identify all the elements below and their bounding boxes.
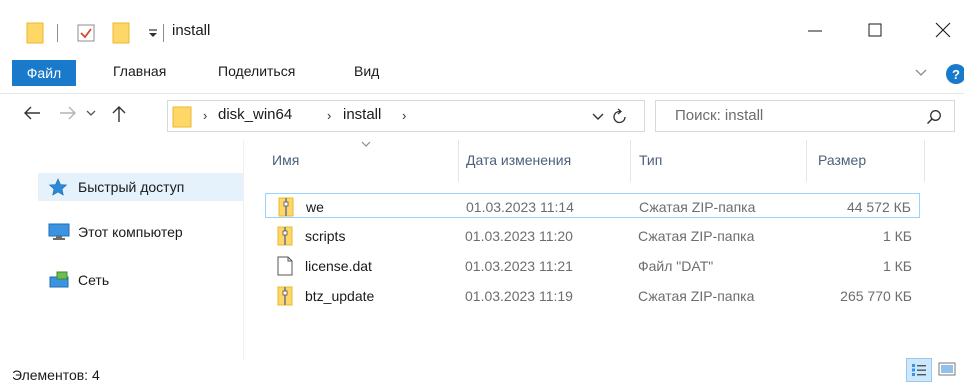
nav-item-label: Сеть [78, 272, 110, 288]
folder-icon[interactable] [26, 22, 44, 44]
column-separator[interactable] [630, 140, 631, 182]
file-date: 01.03.2023 11:14 [466, 198, 574, 215]
file-type: Сжатая ZIP-папка [638, 227, 755, 244]
new-folder-icon[interactable] [112, 22, 130, 44]
status-item-count: Элементов: 4 [12, 367, 100, 383]
file-date: 01.03.2023 11:20 [465, 227, 573, 244]
nav-item-label: Быстрый доступ [78, 179, 185, 195]
nav-item-this-pc[interactable]: Этот компьютер [38, 218, 243, 246]
file-type: Файл "DAT" [638, 257, 714, 274]
file-type: Сжатая ZIP-папка [639, 198, 756, 215]
pane-divider[interactable] [243, 140, 244, 360]
tab-view[interactable]: Вид [354, 63, 379, 79]
file-name: license.dat [305, 257, 372, 274]
tab-file[interactable]: Файл [12, 60, 76, 86]
column-header-name[interactable]: Имя [272, 152, 299, 168]
file-name-cell: license.dat [277, 253, 372, 278]
computer-icon [48, 223, 72, 241]
large-icons-view-button[interactable] [938, 360, 956, 378]
breadcrumb-separator[interactable]: › [402, 108, 406, 123]
refresh-icon[interactable] [612, 107, 628, 125]
expand-ribbon-icon[interactable] [915, 69, 927, 77]
sort-indicator-icon [361, 141, 371, 148]
zip-folder-icon [277, 226, 299, 246]
details-view-button[interactable] [906, 358, 932, 382]
recent-locations-icon[interactable] [86, 110, 96, 118]
search-icon[interactable] [926, 109, 942, 125]
forward-button[interactable] [58, 104, 78, 122]
address-dropdown-icon[interactable] [592, 113, 604, 121]
tab-share[interactable]: Поделиться [218, 63, 295, 79]
file-name-cell: scripts [277, 223, 345, 248]
column-separator[interactable] [458, 140, 459, 182]
column-separator[interactable] [924, 140, 925, 182]
column-header-size[interactable]: Размер [818, 152, 866, 168]
close-button[interactable] [920, 10, 964, 50]
breadcrumb-disk-win64[interactable]: disk_win64 [218, 106, 292, 123]
maximize-button[interactable] [852, 10, 898, 50]
toolbar-separator [57, 24, 58, 42]
file-icon [277, 256, 299, 276]
zip-folder-icon [277, 286, 299, 306]
table-row[interactable]: license.dat 01.03.2023 11:21 Файл "DAT" … [265, 253, 920, 278]
up-button[interactable] [110, 104, 128, 124]
nav-item-quick-access[interactable]: Быстрый доступ [38, 173, 243, 201]
file-date: 01.03.2023 11:21 [465, 257, 573, 274]
file-name: btz_update [305, 287, 375, 304]
back-button[interactable] [22, 104, 42, 122]
file-date: 01.03.2023 11:19 [465, 287, 573, 304]
file-size: 1 КБ [882, 227, 912, 244]
help-icon[interactable]: ? [946, 64, 964, 84]
file-size: 1 КБ [882, 257, 912, 274]
table-row[interactable]: scripts 01.03.2023 11:20 Сжатая ZIP-папк… [265, 223, 920, 248]
column-header-date[interactable]: Дата изменения [466, 152, 571, 168]
star-icon [48, 178, 72, 196]
tab-home[interactable]: Главная [113, 63, 166, 79]
table-row[interactable]: btz_update 01.03.2023 11:19 Сжатая ZIP-п… [265, 283, 920, 308]
network-icon [48, 271, 72, 289]
window-title: install [172, 22, 211, 39]
file-name: scripts [305, 227, 346, 244]
minimize-button[interactable] [792, 10, 838, 50]
quick-access-dropdown-icon[interactable] [148, 29, 158, 39]
toolbar-separator [163, 24, 164, 42]
folder-icon [172, 106, 192, 128]
search-input[interactable]: Поиск: install [675, 107, 763, 124]
breadcrumb-install[interactable]: install [343, 106, 381, 123]
zip-folder-icon [278, 197, 300, 217]
file-size: 44 572 КБ [846, 198, 911, 215]
file-name-cell: btz_update [277, 283, 374, 308]
column-header-type[interactable]: Тип [639, 152, 662, 168]
file-type: Сжатая ZIP-папка [638, 287, 755, 304]
nav-item-network[interactable]: Сеть [38, 266, 243, 294]
breadcrumb-separator[interactable]: › [203, 108, 207, 123]
breadcrumb-separator[interactable]: › [327, 108, 331, 123]
file-name: we [306, 198, 324, 215]
column-separator[interactable] [806, 140, 807, 182]
file-size: 265 770 КБ [840, 287, 912, 304]
file-name-cell: we [278, 194, 324, 219]
nav-item-label: Этот компьютер [78, 224, 183, 240]
table-row[interactable]: we 01.03.2023 11:14 Сжатая ZIP-папка 44 … [265, 193, 920, 218]
properties-icon[interactable] [77, 24, 95, 42]
